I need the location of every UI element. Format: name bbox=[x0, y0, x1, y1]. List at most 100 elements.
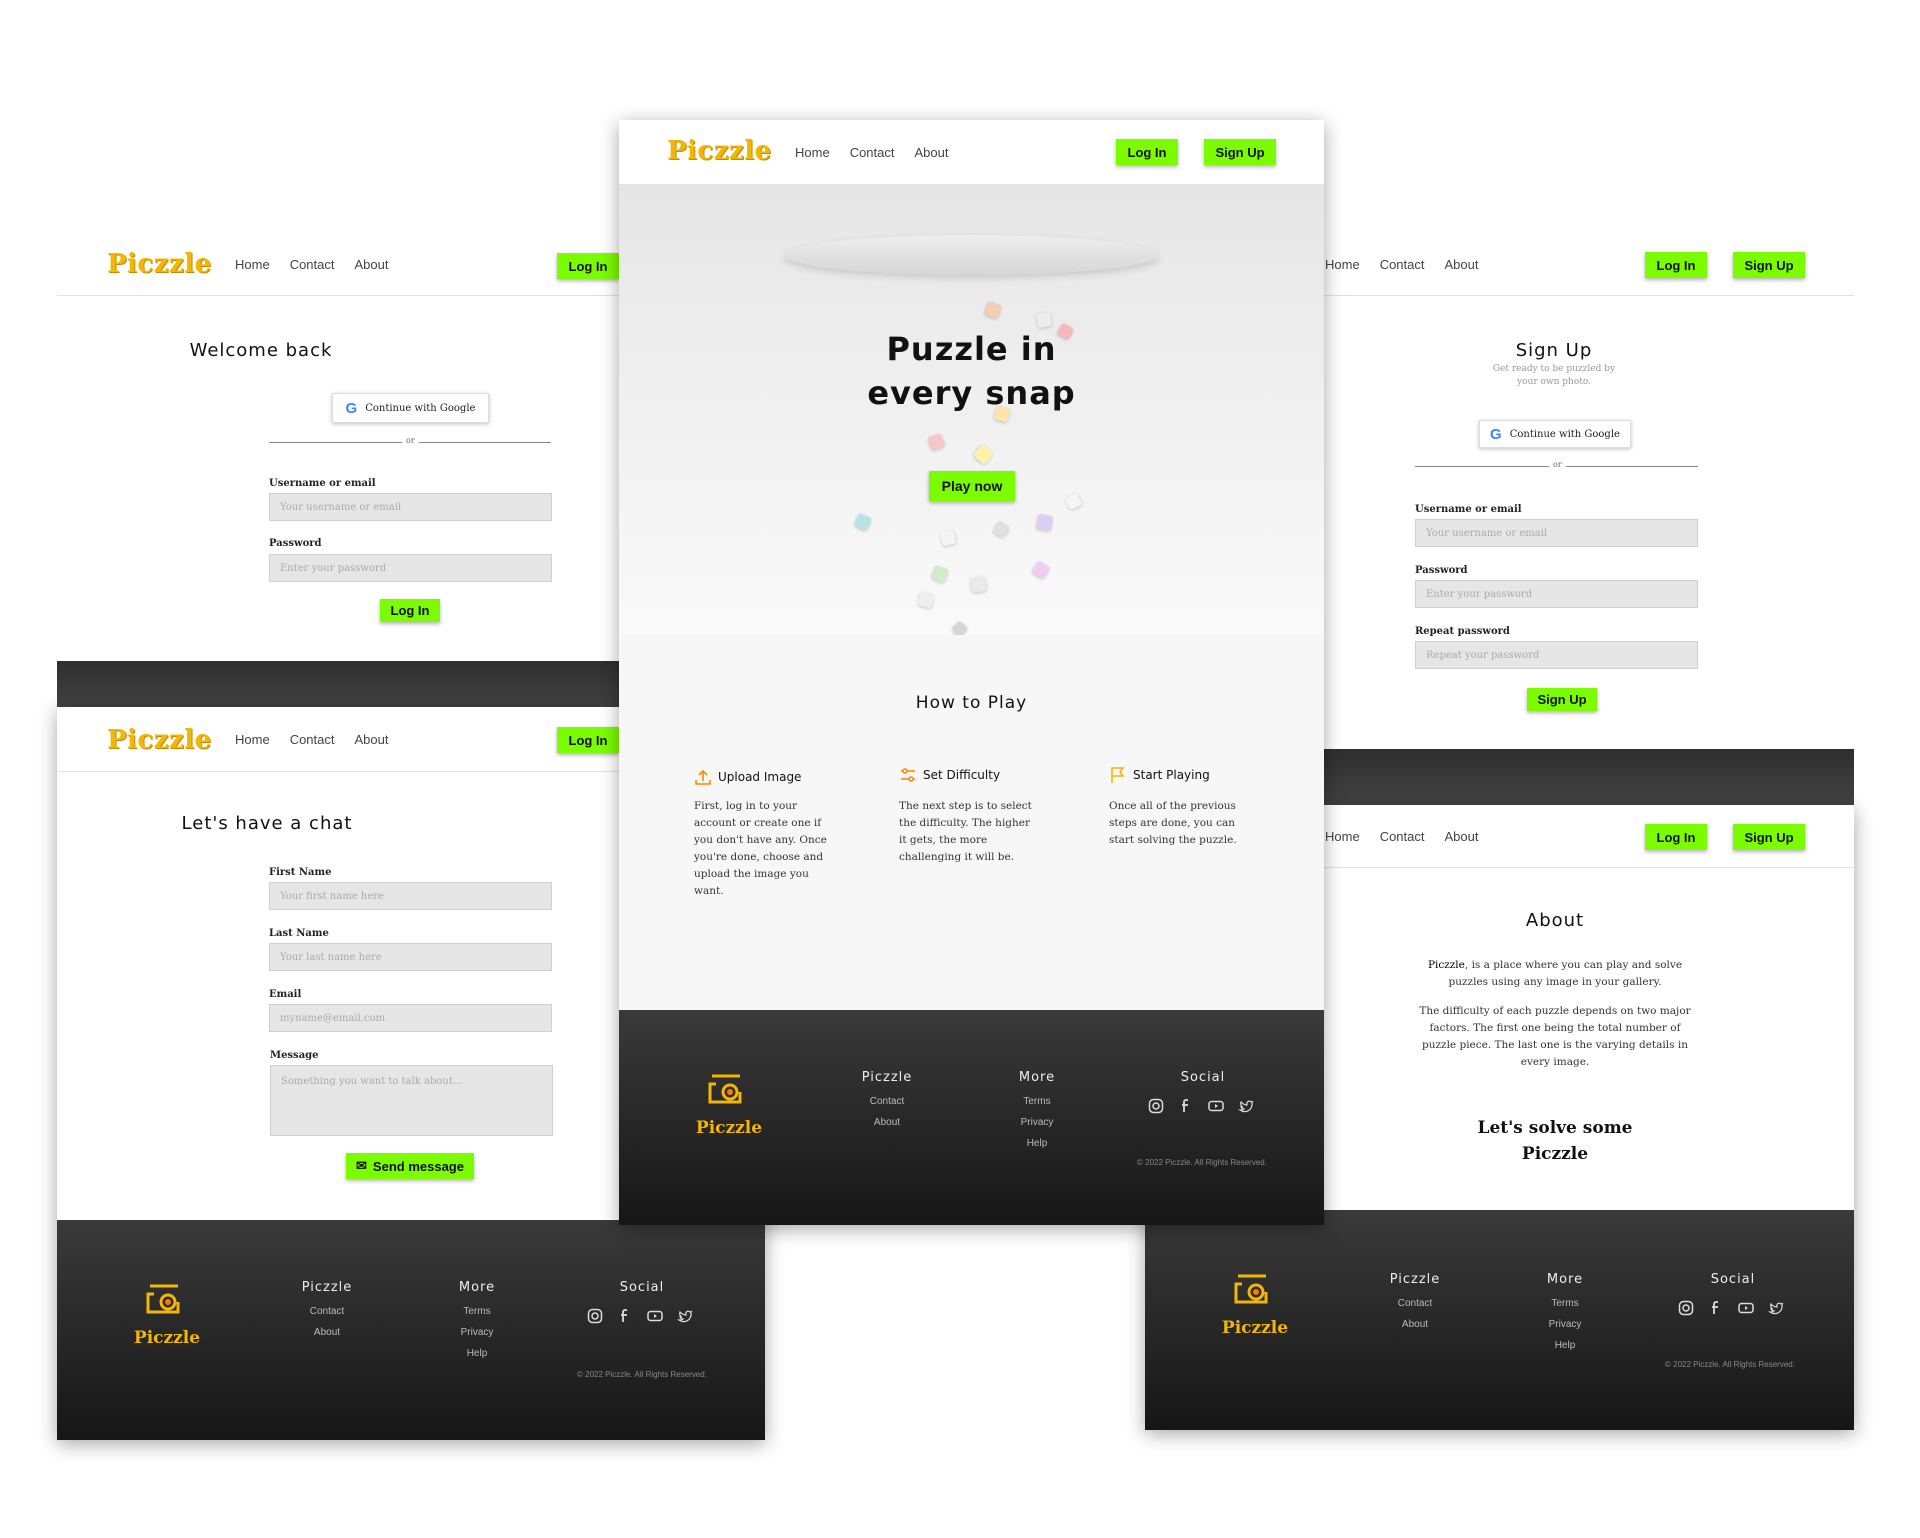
instagram-icon[interactable] bbox=[1678, 1300, 1694, 1316]
nav-signup-button[interactable]: Sign Up bbox=[1733, 824, 1805, 850]
footer-link-about[interactable]: About bbox=[847, 1117, 927, 1128]
last-name-input[interactable]: Your last name here bbox=[269, 943, 552, 971]
nav-home[interactable]: Home bbox=[795, 145, 830, 160]
password-label: Password bbox=[1415, 565, 1468, 576]
username-input[interactable]: Your username or email bbox=[1415, 519, 1698, 547]
nav-home[interactable]: Home bbox=[235, 732, 270, 747]
email-label: Email bbox=[269, 989, 302, 1000]
username-input[interactable]: Your username or email bbox=[269, 493, 552, 521]
nav-about[interactable]: About bbox=[915, 145, 949, 160]
footer-link-help[interactable]: Help bbox=[1525, 1340, 1605, 1351]
instagram-icon[interactable] bbox=[587, 1308, 603, 1324]
footer-link-help[interactable]: Help bbox=[997, 1138, 1077, 1149]
youtube-icon[interactable] bbox=[1738, 1300, 1754, 1316]
nav-about[interactable]: About bbox=[355, 257, 389, 272]
or-text: or bbox=[402, 436, 419, 445]
contact-footer: Piczzle Piczzle Contact About More Terms… bbox=[57, 1220, 765, 1440]
login-submit-button[interactable]: Log In bbox=[380, 599, 440, 622]
step-difficulty-line: challenging it will be. bbox=[899, 851, 1015, 863]
nav-contact[interactable]: Contact bbox=[290, 257, 335, 272]
first-name-input[interactable]: Your first name here bbox=[269, 882, 552, 910]
twitter-icon[interactable] bbox=[677, 1308, 693, 1324]
brand-logo[interactable]: Piczzle bbox=[667, 136, 772, 166]
puzzle-piece bbox=[972, 443, 995, 466]
nav-login-button[interactable]: Log In bbox=[1645, 824, 1707, 850]
password-input[interactable]: Enter your password bbox=[1415, 580, 1698, 608]
facebook-icon[interactable] bbox=[1708, 1300, 1724, 1316]
footer-link-contact[interactable]: Contact bbox=[1375, 1298, 1455, 1309]
google-login-button[interactable]: G Continue with Google bbox=[332, 393, 489, 423]
send-message-button[interactable]: ✉ Send message bbox=[346, 1153, 474, 1179]
footer-col2-title: More bbox=[1546, 1272, 1584, 1287]
how-to-play-section: How to Play Upload Image First, log in t… bbox=[619, 635, 1324, 1010]
repeat-password-input[interactable]: Repeat your password bbox=[1415, 641, 1698, 669]
facebook-icon[interactable] bbox=[617, 1308, 633, 1324]
flag-icon bbox=[1111, 767, 1125, 783]
footer-logo[interactable]: Piczzle bbox=[1215, 1270, 1295, 1338]
footer-copyright: © 2022 Piczzle. All Rights Reserved. bbox=[1665, 1360, 1795, 1369]
footer-link-about[interactable]: About bbox=[1375, 1319, 1455, 1330]
nav-contact[interactable]: Contact bbox=[1380, 257, 1425, 272]
first-name-label: First Name bbox=[269, 867, 332, 878]
password-label: Password bbox=[269, 538, 322, 549]
footer-logo[interactable]: Piczzle bbox=[127, 1280, 207, 1348]
nav-login-button[interactable]: Log In bbox=[1645, 252, 1707, 278]
footer-link-privacy[interactable]: Privacy bbox=[1525, 1319, 1605, 1330]
signup-submit-button[interactable]: Sign Up bbox=[1527, 688, 1597, 711]
step-difficulty-line: The next step is to select bbox=[899, 800, 1032, 812]
footer-link-contact[interactable]: Contact bbox=[847, 1096, 927, 1107]
nav-contact[interactable]: Contact bbox=[850, 145, 895, 160]
footer-link-help[interactable]: Help bbox=[437, 1348, 517, 1359]
nav-signup-button[interactable]: Sign Up bbox=[1204, 139, 1276, 165]
how-to-play-title: How to Play bbox=[915, 693, 1028, 713]
nav-contact[interactable]: Contact bbox=[290, 732, 335, 747]
footer-link-privacy[interactable]: Privacy bbox=[997, 1117, 1077, 1128]
nav-signup-button[interactable]: Sign Up bbox=[1733, 252, 1805, 278]
facebook-icon[interactable] bbox=[1178, 1098, 1194, 1114]
youtube-icon[interactable] bbox=[1208, 1098, 1224, 1114]
nav-about[interactable]: About bbox=[355, 732, 389, 747]
footer-link-terms[interactable]: Terms bbox=[1525, 1298, 1605, 1309]
youtube-icon[interactable] bbox=[647, 1308, 663, 1324]
brand-logo[interactable]: Piczzle bbox=[107, 249, 212, 279]
nav-login-button[interactable]: Log In bbox=[557, 253, 619, 279]
footer-link-terms[interactable]: Terms bbox=[997, 1096, 1077, 1107]
nav-about[interactable]: About bbox=[1445, 257, 1479, 272]
nav-home[interactable]: Home bbox=[1325, 829, 1360, 844]
puzzle-piece bbox=[853, 512, 873, 532]
message-textarea[interactable]: Something you want to talk about... bbox=[270, 1065, 553, 1136]
brand-logo[interactable]: Piczzle bbox=[107, 725, 212, 755]
nav-login-button[interactable]: Log In bbox=[557, 727, 619, 753]
last-name-label: Last Name bbox=[269, 928, 329, 939]
nav-contact[interactable]: Contact bbox=[1380, 829, 1425, 844]
footer-link-about[interactable]: About bbox=[287, 1327, 367, 1338]
nav-home[interactable]: Home bbox=[235, 257, 270, 272]
twitter-icon[interactable] bbox=[1238, 1098, 1254, 1114]
about-paragraph-1: Piczzle, is a place where you can play a… bbox=[1355, 957, 1755, 991]
step-playing-line: steps are done, you can bbox=[1109, 817, 1236, 829]
instagram-icon[interactable] bbox=[1148, 1098, 1164, 1114]
login-panel: Piczzle Home Contact About Log In Welcom… bbox=[57, 225, 627, 665]
or-text: or bbox=[1549, 460, 1566, 469]
footer-logo[interactable]: Piczzle bbox=[689, 1070, 769, 1138]
step-playing: Start Playing bbox=[1109, 766, 1210, 784]
nav-links: Home Contact About bbox=[1325, 829, 1478, 844]
footer-link-privacy[interactable]: Privacy bbox=[437, 1327, 517, 1338]
nav-about[interactable]: About bbox=[1445, 829, 1479, 844]
hero-headline: Puzzle in every snap bbox=[619, 327, 1324, 415]
message-label: Message bbox=[270, 1050, 319, 1061]
nav-login-button[interactable]: Log In bbox=[1116, 139, 1178, 165]
google-signup-button[interactable]: G Continue with Google bbox=[1479, 420, 1631, 448]
footer-link-contact[interactable]: Contact bbox=[287, 1306, 367, 1317]
puzzle-piece bbox=[1064, 492, 1083, 511]
footer-brand: Piczzle bbox=[1221, 1318, 1289, 1338]
footer-link-terms[interactable]: Terms bbox=[437, 1306, 517, 1317]
footer-brand: Piczzle bbox=[695, 1118, 763, 1138]
repeat-password-label: Repeat password bbox=[1415, 626, 1510, 637]
twitter-icon[interactable] bbox=[1768, 1300, 1784, 1316]
play-now-button[interactable]: Play now bbox=[929, 471, 1015, 501]
password-input[interactable]: Enter your password bbox=[269, 554, 552, 582]
email-input[interactable]: myname@email.com bbox=[269, 1004, 552, 1032]
nav-home[interactable]: Home bbox=[1325, 257, 1360, 272]
sliders-icon bbox=[901, 768, 915, 782]
